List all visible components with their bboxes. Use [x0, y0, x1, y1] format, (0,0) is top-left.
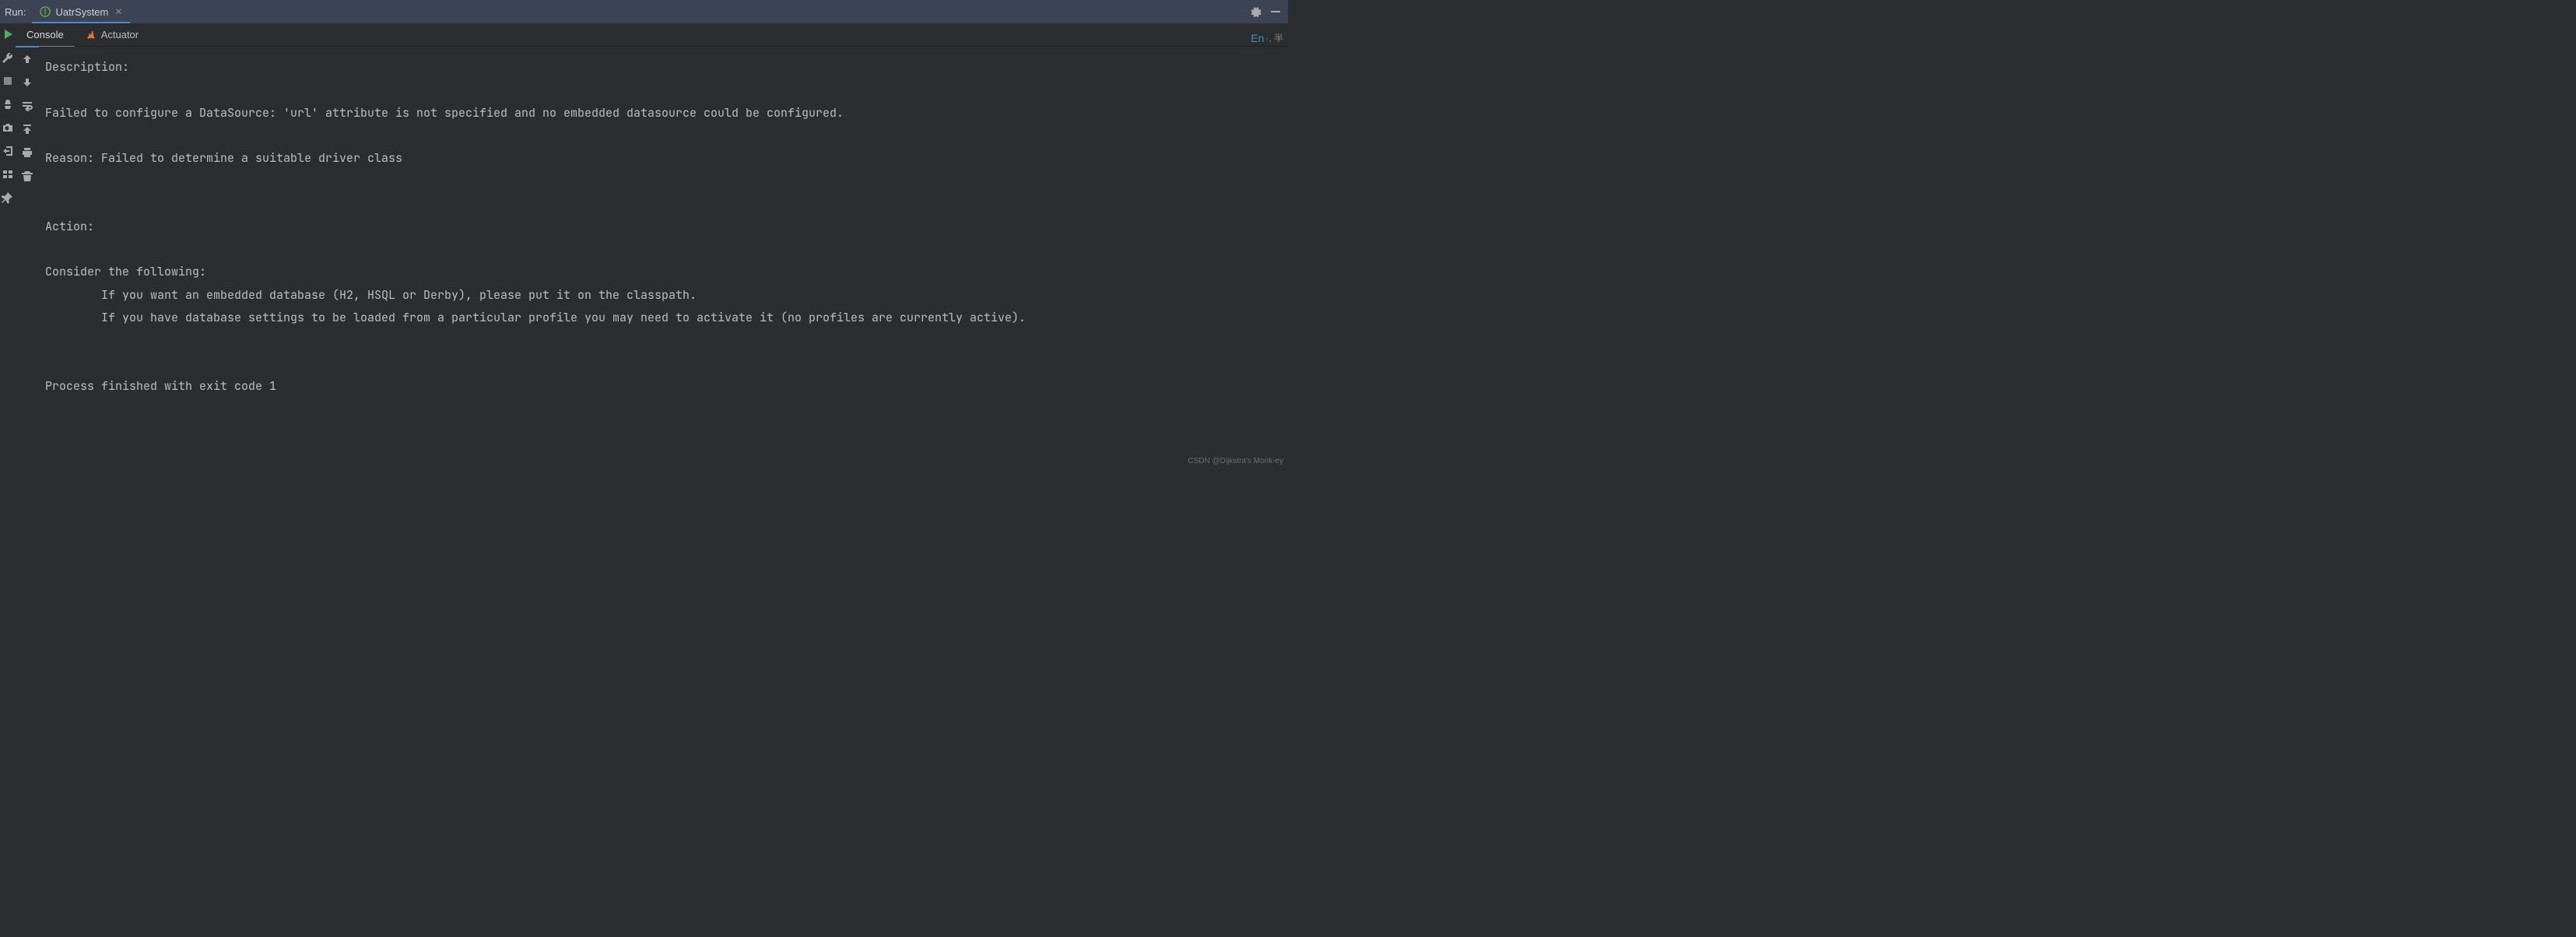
run-label: Run: [5, 6, 26, 18]
wrench-icon[interactable] [2, 51, 14, 64]
tab-console-label: Console [26, 29, 64, 40]
console-tab-bar: Console Actuator [16, 23, 1288, 47]
stop-icon[interactable] [2, 75, 14, 87]
dump-threads-icon[interactable] [2, 98, 14, 111]
camera-icon[interactable] [2, 121, 14, 134]
rerun-icon[interactable] [2, 28, 14, 40]
tool-window-header: Run: UatrSystem ✕ [0, 0, 1288, 23]
pin-icon[interactable] [2, 191, 14, 204]
run-config-title: UatrSystem [55, 6, 108, 18]
tab-actuator-label: Actuator [101, 29, 139, 40]
console-toolbar [16, 47, 39, 468]
minimize-icon[interactable] [1269, 5, 1282, 18]
actuator-icon [86, 30, 97, 40]
exit-icon[interactable] [2, 145, 14, 157]
run-side-toolbar [0, 23, 16, 468]
trash-icon[interactable] [21, 170, 33, 182]
close-icon[interactable]: ✕ [114, 6, 122, 17]
tab-actuator[interactable]: Actuator [75, 23, 149, 47]
watermark: CSDN @Dijkstra's Monk-ey [1188, 457, 1283, 465]
layout-icon[interactable] [2, 168, 14, 181]
spring-boot-icon [40, 6, 51, 17]
soft-wrap-icon[interactable] [21, 100, 33, 112]
down-icon[interactable] [21, 76, 33, 89]
ime-lang: En [1251, 32, 1264, 44]
gear-icon[interactable] [1249, 5, 1262, 18]
up-icon[interactable] [21, 53, 33, 65]
ime-tail: ·, 半 [1265, 31, 1283, 44]
print-icon[interactable] [21, 146, 33, 159]
console-output[interactable]: Description: Failed to configure a DataS… [39, 47, 1288, 468]
run-config-tab[interactable]: UatrSystem ✕ [32, 0, 130, 23]
scroll-to-end-icon[interactable] [21, 123, 33, 135]
tab-console[interactable]: Console [16, 23, 75, 47]
ime-indicator: En ·, 半 [1251, 31, 1283, 44]
